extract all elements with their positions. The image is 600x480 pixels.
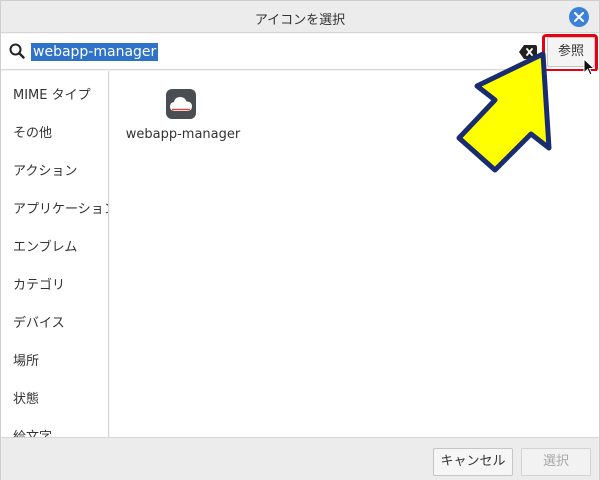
search-input-value: webapp-manager [31, 43, 159, 61]
icon-label: webapp-manager [125, 127, 241, 142]
icon-grid: webapp-manager [110, 71, 599, 437]
dialog-footer: キャンセル 選択 [1, 437, 599, 480]
cancel-button[interactable]: キャンセル [433, 448, 513, 476]
cloud-icon [170, 97, 192, 111]
sidebar-item-actions[interactable]: アクション [1, 153, 108, 191]
sidebar-item-categories[interactable]: カテゴリ [1, 267, 108, 305]
select-button: 選択 [521, 448, 591, 476]
sidebar-item-places[interactable]: 場所 [1, 343, 108, 381]
title-bar: アイコンを選択 [1, 1, 599, 33]
sidebar-item-emblems[interactable]: エンブレム [1, 229, 108, 267]
sidebar-item-other[interactable]: その他 [1, 115, 108, 153]
sidebar-item-devices[interactable]: デバイス [1, 305, 108, 343]
close-icon [574, 12, 584, 22]
search-bar: webapp-manager [1, 34, 599, 70]
clear-text-icon[interactable] [519, 45, 537, 59]
sidebar-item-applications[interactable]: アプリケーション [1, 191, 108, 229]
browse-button[interactable]: 参照 [547, 37, 595, 67]
icon-item-webapp-manager[interactable]: webapp-manager [118, 81, 248, 145]
sidebar-item-emoji[interactable]: 絵文字 [1, 419, 108, 437]
sidebar-item-status[interactable]: 状態 [1, 381, 108, 419]
icon-chooser-dialog: アイコンを選択 webapp-manager 参照 MIME タイプ その他 ア… [0, 0, 600, 480]
category-sidebar: MIME タイプ その他 アクション アプリケーション エンブレム カテゴリ デ… [1, 71, 109, 437]
dialog-title: アイコンを選択 [254, 13, 346, 28]
app-icon [166, 89, 196, 119]
sidebar-item-mime-types[interactable]: MIME タイプ [1, 77, 108, 115]
search-icon [9, 43, 25, 59]
close-button[interactable] [569, 7, 589, 27]
